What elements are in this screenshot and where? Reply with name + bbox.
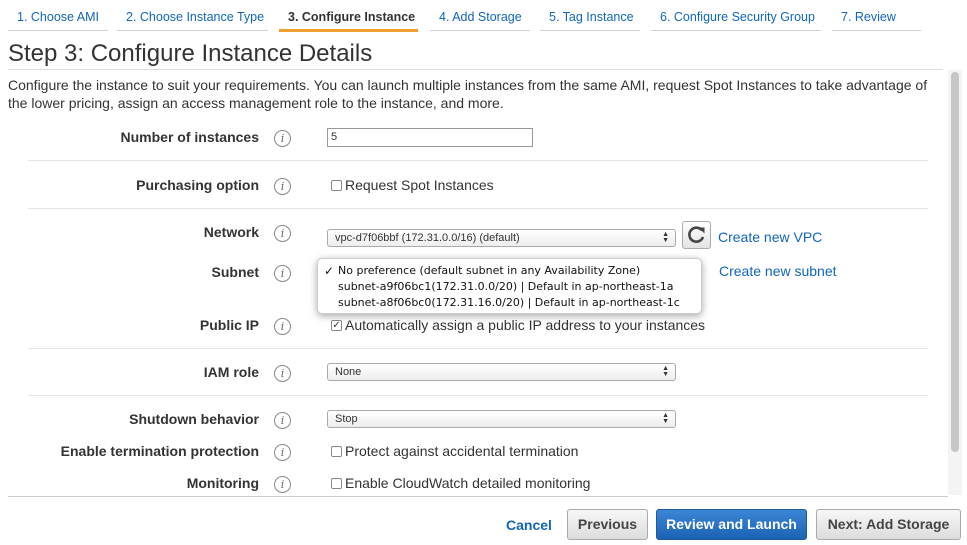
iam-role-label: IAM role [203, 364, 259, 380]
row-divider [28, 160, 928, 161]
tab-label: 1. Choose AMI [17, 10, 99, 24]
tab-configure-security-group[interactable]: 6. Configure Security Group [651, 0, 821, 31]
shutdown-value: Stop [335, 413, 358, 425]
checkmark-icon: ✓ [324, 264, 335, 278]
shutdown-select[interactable]: Stop ▲ ▼ [327, 410, 676, 428]
termination-checkbox-label: Protect against accidental termination [345, 443, 579, 459]
tab-label: 2. Choose Instance Type [126, 10, 265, 24]
info-icon[interactable]: i [274, 225, 291, 242]
info-icon[interactable]: i [274, 130, 291, 147]
info-icon[interactable]: i [274, 365, 291, 382]
review-and-launch-button[interactable]: Review and Launch [656, 509, 807, 540]
public-ip-checkbox[interactable]: ✓ [331, 320, 342, 331]
select-arrows-icon: ▲ ▼ [662, 412, 669, 425]
subnet-dropdown-menu[interactable]: ✓ No preference (default subnet in any A… [317, 258, 702, 314]
row-divider [28, 348, 928, 349]
tab-review[interactable]: 7. Review [832, 0, 921, 31]
info-icon[interactable]: i [274, 178, 291, 195]
refresh-icon [688, 226, 705, 243]
cancel-button[interactable]: Cancel [506, 517, 552, 533]
termination-label: Enable termination protection [60, 443, 259, 459]
tab-label: 5. Tag Instance [549, 10, 634, 24]
network-label: Network [203, 224, 259, 240]
tab-label: 7. Review [841, 10, 896, 24]
purchasing-label: Purchasing option [136, 177, 259, 193]
create-subnet-link[interactable]: Create new subnet [719, 263, 837, 279]
tab-tag-instance[interactable]: 5. Tag Instance [540, 0, 640, 31]
info-icon[interactable]: i [274, 476, 291, 493]
tab-label: 4. Add Storage [439, 10, 522, 24]
tab-add-storage[interactable]: 4. Add Storage [430, 0, 530, 31]
select-arrows-icon: ▲ ▼ [662, 231, 669, 244]
iam-role-select[interactable]: None ▲ ▼ [327, 363, 676, 381]
monitoring-checkbox-label: Enable CloudWatch detailed monitoring [345, 475, 591, 491]
subnet-option[interactable]: subnet-a8f06bc0(172.31.16.0/20) | Defaul… [338, 296, 680, 309]
info-icon[interactable]: i [274, 265, 291, 282]
title-divider [8, 69, 943, 70]
row-divider [28, 395, 928, 396]
refresh-network-button[interactable] [682, 221, 711, 249]
shutdown-label: Shutdown behavior [129, 411, 259, 427]
public-ip-label: Public IP [199, 317, 259, 333]
scrollbar[interactable] [948, 70, 962, 495]
select-arrows-icon: ▲ ▼ [662, 365, 669, 378]
scrollbar-thumb[interactable] [951, 72, 959, 452]
tab-label: 6. Configure Security Group [660, 10, 815, 24]
termination-checkbox[interactable] [331, 446, 342, 457]
info-icon[interactable]: i [274, 444, 291, 461]
instances-count-input[interactable]: 5 [327, 128, 533, 147]
tab-configure-instance[interactable]: 3. Configure Instance [279, 0, 418, 32]
row-divider [28, 208, 928, 209]
spot-instances-checkbox[interactable] [331, 180, 342, 191]
iam-role-value: None [335, 366, 362, 378]
create-vpc-link[interactable]: Create new VPC [718, 229, 822, 245]
spot-instances-label: Request Spot Instances [345, 177, 494, 193]
form-divider [8, 496, 948, 497]
public-ip-checkbox-label: Automatically assign a public IP address… [345, 317, 706, 333]
previous-button[interactable]: Previous [567, 509, 648, 540]
network-select[interactable]: vpc-d7f06bbf (172.31.0.0/16) (default) ▲… [327, 229, 676, 247]
next-add-storage-button[interactable]: Next: Add Storage [816, 509, 961, 540]
wizard-tabs: 1. Choose AMI 2. Choose Instance Type 3.… [0, 0, 967, 33]
subnet-label: Subnet [211, 264, 259, 280]
page-title: Step 3: Configure Instance Details [8, 40, 373, 67]
info-icon[interactable]: i [274, 318, 291, 335]
network-select-value: vpc-d7f06bbf (172.31.0.0/16) (default) [335, 232, 520, 244]
subnet-option[interactable]: No preference (default subnet in any Ava… [338, 264, 640, 277]
instances-label: Number of instances [120, 129, 259, 145]
subnet-option[interactable]: subnet-a9f06bc1(172.31.0.0/20) | Default… [338, 280, 673, 293]
tab-choose-ami[interactable]: 1. Choose AMI [8, 0, 108, 31]
info-icon[interactable]: i [274, 412, 291, 429]
tab-choose-instance-type[interactable]: 2. Choose Instance Type [117, 0, 268, 31]
tab-label: 3. Configure Instance [288, 10, 416, 24]
monitoring-checkbox[interactable] [331, 478, 342, 489]
monitoring-label: Monitoring [186, 475, 259, 491]
checkmark-icon: ✓ [332, 320, 341, 331]
page-description: Configure the instance to suit your requ… [8, 77, 928, 111]
